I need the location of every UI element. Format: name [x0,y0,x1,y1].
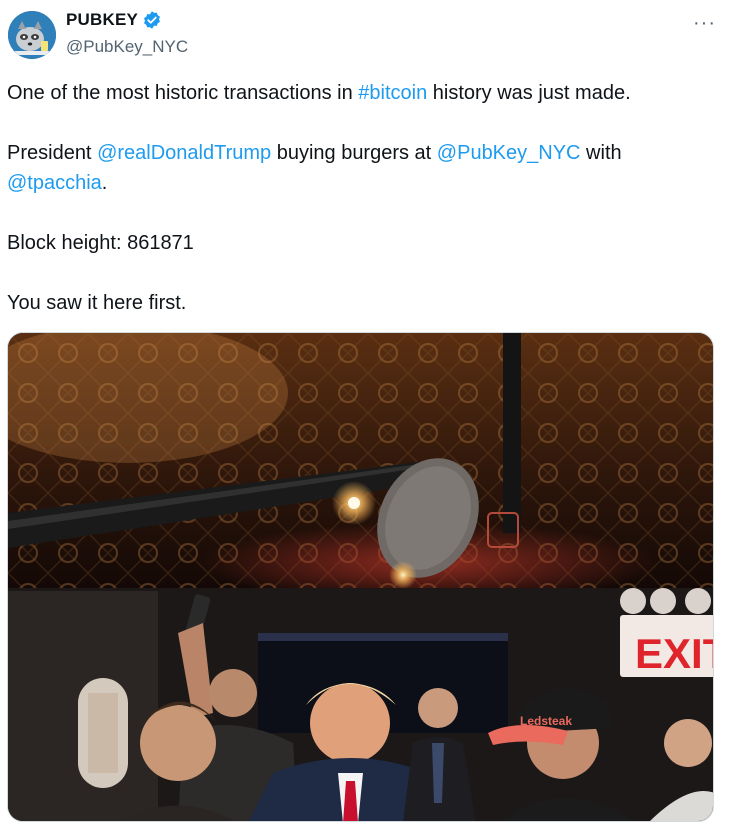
text-segment: buying burgers at [271,142,437,164]
tweet-line-1: One of the most historic transactions in… [7,78,722,108]
cap-text: Ledsteak [520,714,572,728]
raccoon-avatar-icon [8,11,56,59]
text-segment: President [7,142,98,164]
exit-sign-text: EXIT [635,630,714,677]
verified-badge-icon [142,10,162,30]
block-height-line: Block height: 861871 [7,232,194,254]
display-name[interactable]: PUBKEY [66,10,138,30]
mention-pubkey-nyc[interactable]: @PubKey_NYC [437,142,581,164]
mention-tpacchia[interactable]: @tpacchia [7,172,102,194]
tweet-header: PUBKEY @PubKey_NYC ··· [0,0,738,70]
avatar[interactable] [8,11,56,59]
mention-realdonaldtrump[interactable]: @realDonaldTrump [97,142,271,164]
photo-scene: EXIT Ledsteak [8,333,714,821]
tweet-photo[interactable]: EXIT Ledsteak [7,332,714,822]
tweet-text: One of the most historic transactions in… [7,78,722,318]
text-segment: history was just made. [427,82,631,104]
user-handle[interactable]: @PubKey_NYC [66,37,188,57]
tweet-line-3: @tpacchia. [7,168,722,198]
text-segment: . [101,172,108,194]
closing-line: You saw it here first. [7,292,187,314]
text-segment: One of the most historic transactions in [7,82,359,104]
name-row: PUBKEY [66,10,162,30]
tweet-line-2: President @realDonaldTrump buying burger… [7,138,722,168]
text-segment: with [580,142,622,164]
ellipsis-icon[interactable]: ··· [693,12,716,35]
hashtag-bitcoin[interactable]: #bitcoin [358,82,427,104]
